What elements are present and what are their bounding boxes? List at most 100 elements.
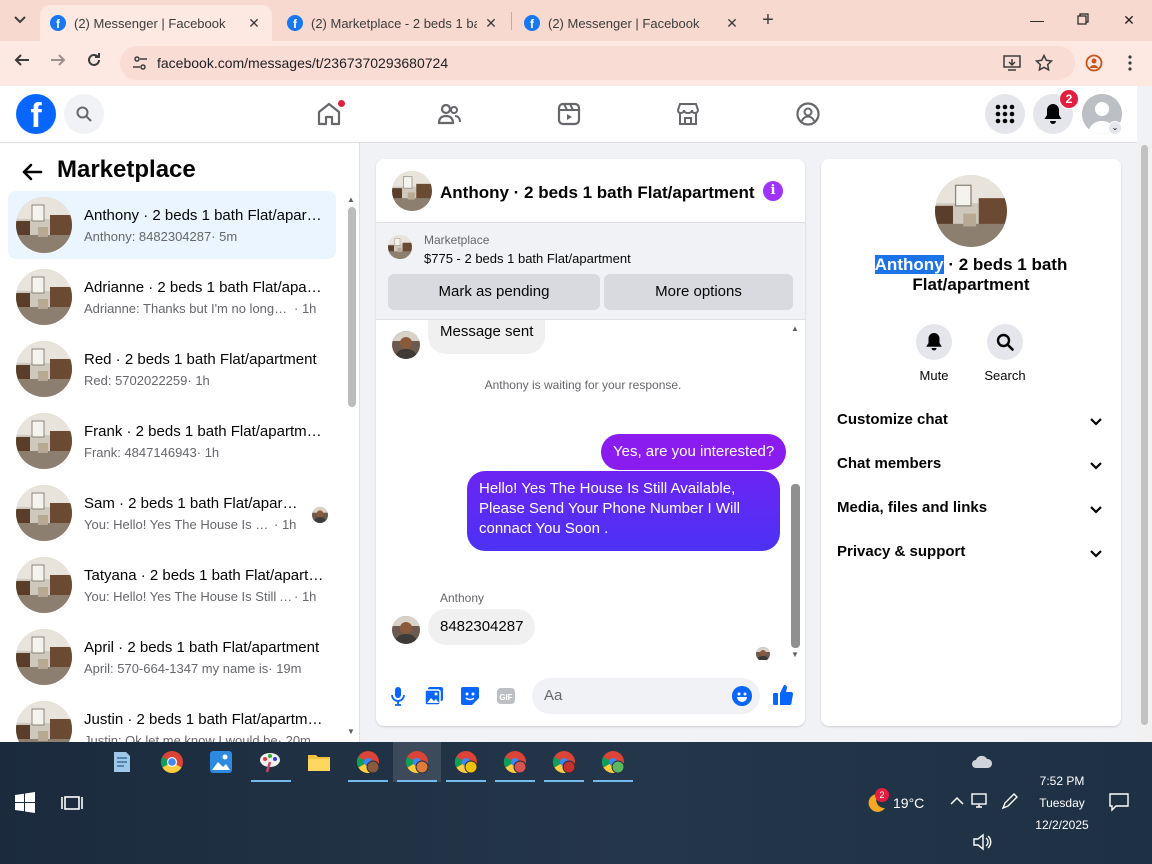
new-tab-button[interactable]: + [758, 9, 778, 31]
page-scrollbar[interactable] [1137, 143, 1152, 742]
search-action[interactable]: Search [977, 324, 1033, 383]
close-tab-icon[interactable]: ✕ [246, 15, 262, 32]
chevron-up-icon[interactable] [948, 792, 966, 810]
photos-app-icon[interactable] [209, 750, 233, 774]
close-window-button[interactable]: ✕ [1117, 8, 1141, 32]
mute-button[interactable] [916, 324, 952, 360]
mark-as-pending-button[interactable]: Mark as pending [388, 274, 600, 310]
account-chevron-icon[interactable]: ⌄ [1108, 121, 1122, 135]
conversation-item-tatyana[interactable]: Tatyana · 2 beds 1 bath Flat/apartment Y… [8, 551, 336, 619]
browser-menu-icon[interactable] [1121, 54, 1139, 72]
temperature-text[interactable]: 19°C [893, 795, 924, 811]
browser-tab-messenger-2[interactable]: f (2) Messenger | Facebook ✕ [514, 5, 750, 41]
system-message-bubble: Message sent [428, 320, 546, 354]
chat-list-scrollbar-thumb[interactable] [348, 207, 356, 407]
windows-start-icon[interactable] [13, 791, 37, 815]
conversation-item-frank[interactable]: Frank · 2 beds 1 bath Flat/apartment Fra… [8, 407, 336, 475]
browser-tab-messenger[interactable]: f (2) Messenger | Facebook ✕ [40, 5, 272, 41]
minimize-window-button[interactable]: — [1025, 8, 1049, 32]
chat-list-scrollbar[interactable]: ▲ ▼ [344, 193, 358, 738]
more-options-button[interactable]: More options [604, 274, 793, 310]
onedrive-cloud-icon[interactable] [970, 750, 994, 774]
video-nav[interactable] [554, 99, 584, 129]
scroll-up-icon[interactable]: ▲ [347, 195, 355, 204]
file-explorer-icon[interactable] [307, 750, 331, 774]
conversation-item-adrianne[interactable]: Adrianne · 2 beds 1 bath Flat/apartment … [8, 263, 336, 331]
conversation-name: Adrianne · 2 beds 1 bath Flat/apartment [84, 279, 324, 296]
profile-avatar[interactable] [935, 175, 1007, 247]
listing-thumbnail [16, 485, 72, 541]
conversation-item-anthony[interactable]: Anthony · 2 beds 1 bath Flat/apartment A… [8, 191, 336, 259]
chrome-profile-app-icon[interactable] [356, 750, 380, 774]
thread-scrollbar-thumb[interactable] [791, 484, 800, 648]
reload-button[interactable] [82, 51, 106, 75]
scroll-down-icon[interactable]: ▼ [347, 727, 355, 736]
forward-button[interactable] [46, 51, 70, 75]
sticker-icon[interactable] [460, 686, 480, 706]
back-button[interactable] [10, 51, 34, 75]
chrome-app-icon[interactable] [160, 750, 184, 774]
photo-icon[interactable] [424, 686, 444, 706]
media-files-links-section[interactable]: Media, files and links [821, 488, 1121, 528]
conversation-item-justin[interactable]: Justin · 2 beds 1 bath Flat/apartment Ju… [8, 695, 336, 742]
conversation-preview: Adrianne: Thanks but I'm no longer inter… [84, 301, 324, 316]
customize-chat-section[interactable]: Customize chat [821, 400, 1121, 440]
site-settings-icon[interactable] [132, 55, 148, 71]
thread-scrollbar[interactable]: ▲ ▼ [789, 324, 803, 659]
search-in-conversation-button[interactable] [987, 324, 1023, 360]
facebook-favicon-icon: f [287, 15, 303, 31]
restore-window-button[interactable] [1071, 8, 1095, 32]
gaming-nav[interactable] [793, 99, 823, 129]
mute-action[interactable]: Mute [906, 324, 962, 383]
bookmark-star-icon[interactable] [1035, 54, 1053, 72]
profile-icon[interactable] [1085, 54, 1103, 72]
chrome-profile-app-icon[interactable] [503, 750, 527, 774]
notification-center-icon[interactable] [1108, 791, 1130, 813]
marketplace-nav[interactable] [673, 99, 703, 129]
page-scrollbar-thumb[interactable] [1141, 145, 1148, 725]
privacy-support-section[interactable]: Privacy & support [821, 532, 1121, 572]
volume-icon[interactable] [972, 832, 992, 852]
notepad-app-icon[interactable] [110, 750, 134, 774]
chrome-profile-app-icon[interactable] [454, 750, 478, 774]
scroll-up-icon[interactable]: ▲ [791, 324, 799, 333]
chrome-profile-app-icon[interactable] [601, 750, 625, 774]
tab-search-button[interactable] [8, 8, 32, 32]
microphone-icon[interactable] [388, 686, 408, 706]
chrome-profile-app-icon[interactable] [552, 750, 576, 774]
conversation-item-april[interactable]: April · 2 beds 1 bath Flat/apartment Apr… [8, 623, 336, 691]
clock-time[interactable]: 7:52 PM [1030, 774, 1094, 788]
conversation-title[interactable]: Anthony · 2 beds 1 bath Flat/apartment [440, 183, 755, 203]
facebook-search-button[interactable] [64, 94, 104, 134]
listing-thumbnail[interactable] [388, 235, 412, 259]
chrome-profile-app-icon[interactable] [405, 750, 429, 774]
task-view-icon[interactable] [60, 791, 84, 815]
conversation-item-red[interactable]: Red · 2 beds 1 bath Flat/apartment Red: … [8, 335, 336, 403]
restore-icon [1077, 13, 1089, 25]
paint-app-icon[interactable] [258, 750, 282, 774]
address-bar[interactable]: facebook.com/messages/t/2367370293680724 [120, 46, 1075, 80]
gif-icon[interactable]: GIF [496, 686, 516, 706]
clock-date[interactable]: 12/2/2025 [1030, 818, 1094, 832]
like-thumb-icon[interactable] [772, 684, 794, 706]
facebook-logo[interactable]: f [16, 94, 56, 134]
friends-nav[interactable] [434, 99, 464, 129]
network-icon[interactable] [970, 791, 990, 811]
listing-thumbnail [16, 413, 72, 469]
message-input[interactable]: Aa [532, 678, 760, 714]
pen-icon[interactable] [1000, 791, 1020, 811]
install-app-icon[interactable] [1003, 54, 1021, 72]
close-tab-icon[interactable]: ✕ [724, 15, 740, 32]
menu-button[interactable] [985, 94, 1025, 134]
scroll-down-icon[interactable]: ▼ [791, 650, 799, 659]
clock-day[interactable]: Tuesday [1030, 796, 1094, 810]
close-tab-icon[interactable]: ✕ [483, 15, 499, 32]
back-arrow-icon[interactable] [20, 160, 44, 184]
info-icon[interactable]: i [763, 181, 783, 201]
chat-members-section[interactable]: Chat members [821, 444, 1121, 484]
emoji-icon[interactable] [732, 686, 752, 706]
conversation-item-sam[interactable]: Sam · 2 beds 1 bath Flat/apartment You: … [8, 479, 336, 547]
browser-tab-marketplace[interactable]: f (2) Marketplace - 2 beds 1 bath ✕ [277, 5, 509, 41]
listing-title[interactable]: $775 - 2 beds 1 bath Flat/apartment [424, 251, 631, 266]
conversation-avatar[interactable] [392, 171, 432, 211]
